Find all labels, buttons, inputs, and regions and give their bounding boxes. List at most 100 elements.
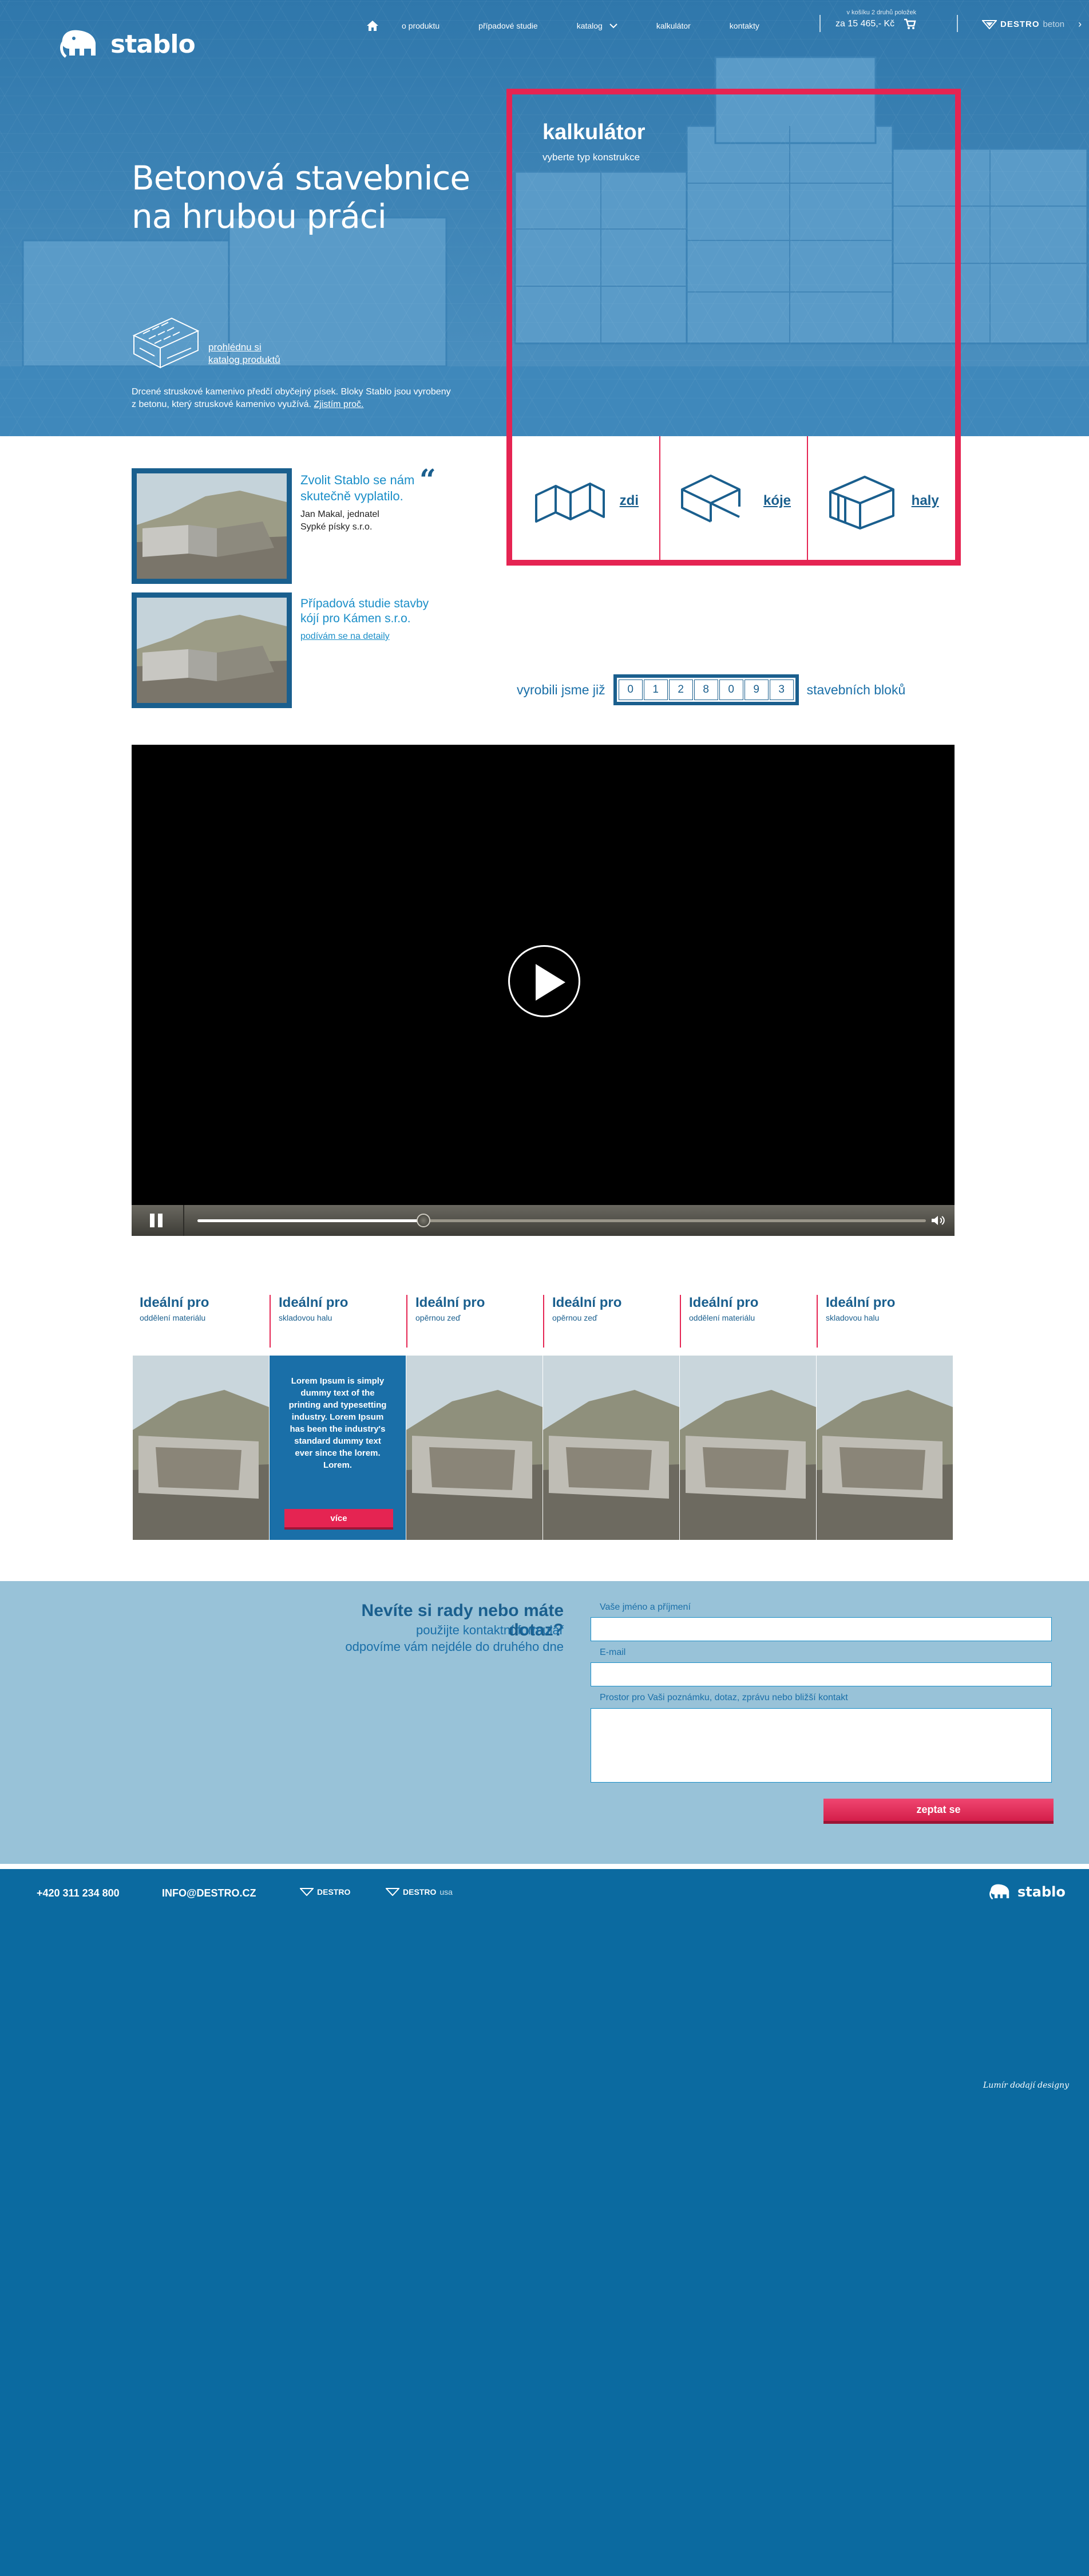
catalog-link[interactable]: prohlédnu si katalog produktů [132,307,280,370]
home-icon[interactable] [366,20,379,31]
testimonial-author-name: Jan Makal, jednatel [300,509,379,519]
ideal-item-title: Ideální pro [552,1295,622,1310]
video-progress-bar[interactable] [197,1214,926,1227]
testimonial-photo[interactable] [132,468,292,584]
calc-option-bays[interactable]: kóje [659,436,807,566]
footer-phone[interactable]: +420 311 234 800 [37,1887,120,1899]
ideal-item-hover-card[interactable]: Lorem Ipsum is simply dummy text of the … [270,1356,406,1540]
counter-digit: 0 [618,679,643,700]
video-controls [132,1205,955,1236]
calc-option-walls[interactable]: zdi [512,436,659,566]
counter-digit: 3 [769,679,794,700]
ideal-item-photo[interactable] [406,1356,542,1540]
ideal-item-title: Ideální pro [689,1295,759,1310]
name-field[interactable] [591,1617,1052,1641]
shopping-cart[interactable]: v košíku 2 druhů položek za 15 465,- Kč [835,9,916,30]
bay-icon [680,475,740,523]
footer-logo[interactable]: stablo [989,1882,1066,1902]
volume-icon[interactable] [930,1214,945,1227]
more-button[interactable]: více [284,1509,393,1530]
calc-option-halls[interactable]: haly [807,436,955,566]
quarry-photo [137,473,287,579]
nav-divider-2 [957,15,958,32]
elephant-logo-icon [989,1884,1009,1900]
site-footer: +420 311 234 800 INFO@DESTRO.CZ DESTRO D… [0,1869,1089,2576]
video-player[interactable] [132,745,955,1236]
footer-logo-text: stablo [1017,1884,1066,1900]
nav-item-kontakty[interactable]: kontakty [730,21,759,30]
counter-digit: 8 [694,679,718,700]
calculator-panel: kalkulátor vyberte typ konstrukce zdi kó… [506,89,961,566]
catalog-link-text: prohlédnu si katalog produktů [208,341,280,366]
ideal-item-title: Ideální pro [140,1295,209,1310]
email-label: E-mail [600,1647,626,1657]
contact-subtitle-line2: odpovíme vám nejdéle do druhého dne [345,1639,564,1654]
video-progress-handle[interactable] [416,1214,430,1227]
wall-icon [534,483,605,523]
counter-suffix: stavebních bloků [806,682,906,697]
play-button[interactable] [508,945,580,1017]
calculator-subtitle: vyberte typ konstrukce [542,152,640,163]
email-field[interactable] [591,1662,1052,1686]
ideal-item-subtitle: opěrnou zeď [415,1313,461,1322]
ideal-item-title: Ideální pro [279,1295,349,1310]
ideal-item-header: Ideální pro oddělení materiálu [132,1295,263,1348]
nav-divider [819,15,821,32]
nav-item-o-produktu[interactable]: o produktu [402,21,439,30]
calc-option-halls-label: haly [911,493,939,508]
ideal-item-subtitle: skladovou halu [279,1313,332,1322]
name-label: Vaše jméno a příjmení [600,1602,691,1612]
ideal-item-photo[interactable] [133,1356,269,1540]
footer-credit[interactable]: Lumír dodají designy [983,2081,1069,2090]
logo-text: stablo [110,29,196,59]
ideal-item-subtitle: skladovou halu [826,1313,880,1322]
site-logo[interactable]: stablo [59,26,196,62]
counter-prefix: vyrobili jsme již [517,682,605,697]
storage-bay-photo [817,1356,953,1540]
nav-item-kalkulator[interactable]: kalkulátor [656,21,691,30]
hero-headline-line2: na hrubou práci [132,196,387,236]
ideal-item-photo[interactable] [680,1356,816,1540]
destro-logo-icon [300,1888,314,1896]
footer-email[interactable]: INFO@DESTRO.CZ [162,1887,256,1899]
counter-digit: 0 [719,679,743,700]
nav-item-katalog[interactable]: katalog [577,21,617,30]
hero-headline-line1: Betonová stavebnice [132,159,470,197]
calc-option-walls-label: zdi [619,493,639,508]
controls-divider [183,1205,184,1236]
ideal-item-header: Ideální pro skladovou halu [817,1295,948,1348]
hall-icon [829,476,894,530]
counter-digits: 0 1 2 8 0 9 3 [613,674,799,705]
hero-headline: Betonová stavebnice na hrubou práci [132,159,470,235]
case-study-photo[interactable] [132,592,292,708]
ideal-item-subtitle: oddělení materiálu [140,1313,206,1322]
storage-bay-photo [543,1356,679,1540]
destro-beton-link[interactable]: DESTRO beton › [982,18,1082,30]
pause-button[interactable] [150,1214,164,1227]
footer-destro-link[interactable]: DESTRO [300,1887,350,1897]
destro-light-text: beton [1043,19,1065,29]
storage-bay-photo [680,1356,816,1540]
footer-destro-usa-link[interactable]: DESTRO usa [386,1887,453,1897]
nav-item-pripadove-studie[interactable]: případové studie [478,21,538,30]
ideal-item-photo[interactable] [817,1356,953,1540]
counter-digit: 1 [643,679,668,700]
hero-description-link[interactable]: Zjistím proč. [314,400,363,409]
ideal-item-photo[interactable] [543,1356,679,1540]
calc-option-bays-label: kóje [763,493,791,508]
message-field[interactable] [591,1708,1052,1783]
submit-button[interactable]: zeptat se [823,1799,1054,1824]
destro-logo-icon [982,19,997,29]
quote-icon: “ [419,463,436,496]
ideal-item-header: Ideální pro oddělení materiálu [680,1295,811,1348]
footer-destro-usa-light: usa [439,1887,453,1897]
footer-destro-text: DESTRO [317,1887,351,1897]
ideal-hover-text: Lorem Ipsum is simply dummy text of the … [288,1376,387,1470]
video-progress-fill [197,1219,423,1222]
destro-logo-icon [386,1888,399,1896]
ideal-item-title: Ideální pro [826,1295,896,1310]
ideal-item-title: Ideální pro [415,1295,485,1310]
chevron-right-icon: › [1078,18,1082,30]
case-study-link[interactable]: podívám se na detaily [300,631,390,642]
hero-description: Drcené struskové kamenivo předčí obyčejn… [132,386,452,412]
